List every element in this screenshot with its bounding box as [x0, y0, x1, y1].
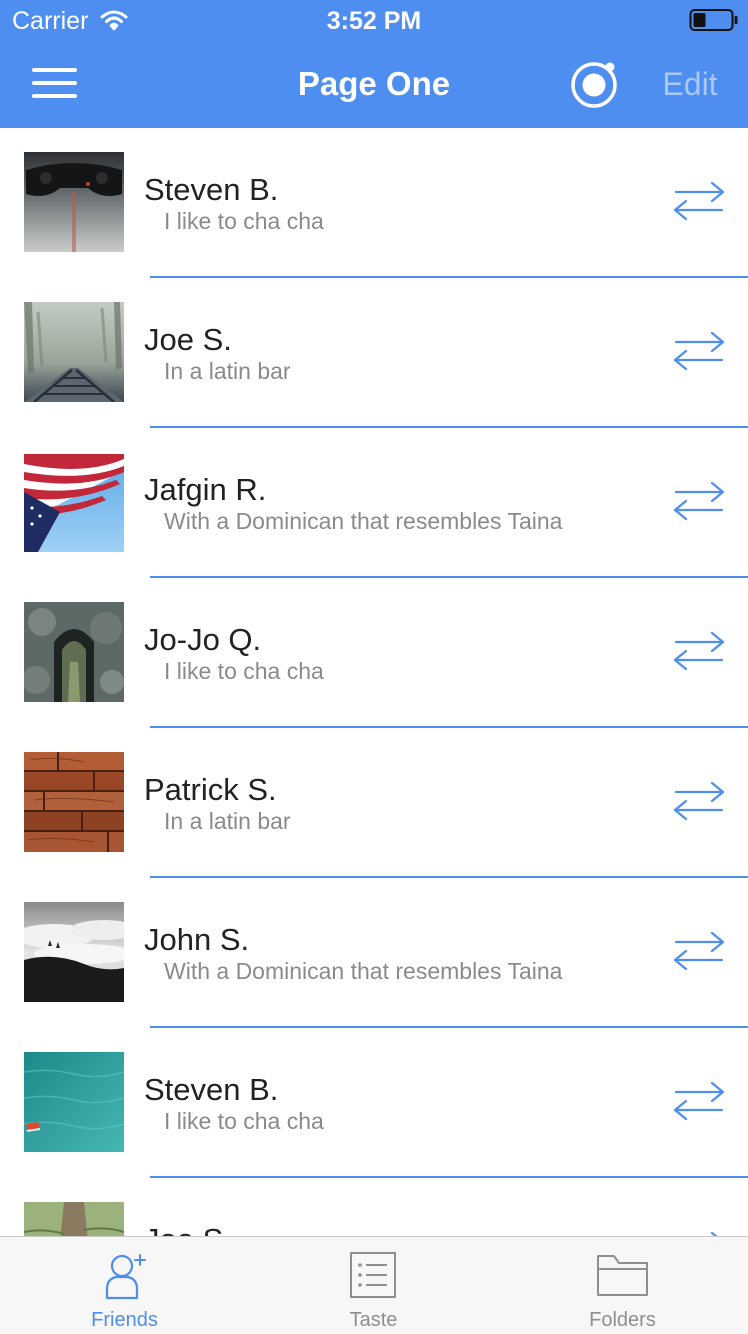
hamburger-menu-icon-bar — [32, 81, 77, 85]
item-subtitle: With a Dominican that resembles Taina — [164, 508, 563, 534]
edit-button[interactable]: Edit — [640, 62, 740, 106]
item-name: John S. — [144, 922, 250, 957]
item-subtitle: I like to cha cha — [164, 1108, 324, 1134]
list-item[interactable]: Joe S. — [0, 1178, 748, 1236]
swap-arrows-icon[interactable] — [668, 1229, 730, 1236]
tab-label: Taste — [349, 1309, 398, 1331]
hamburger-menu-icon — [32, 68, 77, 72]
friends-list: Steven B. I like to cha cha Joe S. In a … — [0, 128, 748, 1236]
avatar — [24, 602, 124, 702]
menu-button[interactable] — [26, 62, 82, 106]
list-item[interactable]: John S. With a Dominican that resembles … — [0, 878, 748, 1028]
swap-arrows-icon[interactable] — [668, 1079, 730, 1123]
avatar — [24, 152, 124, 252]
list-item[interactable]: Jo-Jo Q. I like to cha cha — [0, 578, 748, 728]
list-icon — [350, 1252, 396, 1298]
swap-arrows-icon[interactable] — [668, 629, 730, 673]
swap-arrows-icon[interactable] — [668, 179, 730, 223]
item-name: Steven B. — [144, 1072, 279, 1107]
tab-taste[interactable]: Taste — [249, 1237, 498, 1334]
tab-bar: Friends Taste Folders — [0, 1236, 748, 1334]
tab-label: Friends — [91, 1309, 158, 1331]
item-subtitle: I like to cha cha — [164, 208, 324, 234]
battery-icon — [689, 9, 738, 31]
avatar — [24, 902, 124, 1002]
swap-arrows-icon[interactable] — [668, 329, 730, 373]
avatar — [24, 452, 124, 552]
swap-arrows-icon[interactable] — [668, 479, 730, 523]
hamburger-menu-icon-bar — [32, 94, 77, 98]
avatar — [24, 752, 124, 852]
swap-arrows-icon[interactable] — [668, 929, 730, 973]
add-friend-icon — [105, 1254, 146, 1300]
avatar — [24, 1202, 124, 1236]
tab-folders[interactable]: Folders — [498, 1237, 747, 1334]
app-screen: Carrier 3:52 PM Page One Edit Steven B. … — [0, 0, 748, 1334]
item-subtitle: In a latin bar — [164, 808, 291, 834]
item-name: Joe S. — [144, 322, 232, 357]
folder-icon — [597, 1255, 648, 1296]
item-name: Joe S. — [144, 1222, 232, 1236]
item-name: Jo-Jo Q. — [144, 622, 262, 657]
item-name: Jafgin R. — [144, 472, 267, 507]
header: Carrier 3:52 PM Page One Edit — [0, 0, 748, 128]
avatar — [24, 302, 124, 402]
tab-friends[interactable]: Friends — [0, 1237, 249, 1334]
swap-arrows-icon[interactable] — [668, 779, 730, 823]
tab-label: Folders — [589, 1309, 656, 1331]
list-item[interactable]: Patrick S. In a latin bar — [0, 728, 748, 878]
item-subtitle: With a Dominican that resembles Taina — [164, 958, 563, 984]
item-name: Patrick S. — [144, 772, 277, 807]
list-item[interactable]: Jafgin R. With a Dominican that resemble… — [0, 428, 748, 578]
avatar — [24, 1052, 124, 1152]
list-item[interactable]: Joe S. In a latin bar — [0, 278, 748, 428]
status-time: 3:52 PM — [326, 7, 422, 35]
page-title: Page One — [297, 65, 451, 102]
record-icon[interactable] — [566, 58, 622, 112]
item-name: Steven B. — [144, 172, 279, 207]
list-item[interactable]: Steven B. I like to cha cha — [0, 1028, 748, 1178]
item-subtitle: I like to cha cha — [164, 658, 324, 684]
list-item[interactable]: Steven B. I like to cha cha — [0, 128, 748, 278]
item-subtitle: In a latin bar — [164, 358, 291, 384]
